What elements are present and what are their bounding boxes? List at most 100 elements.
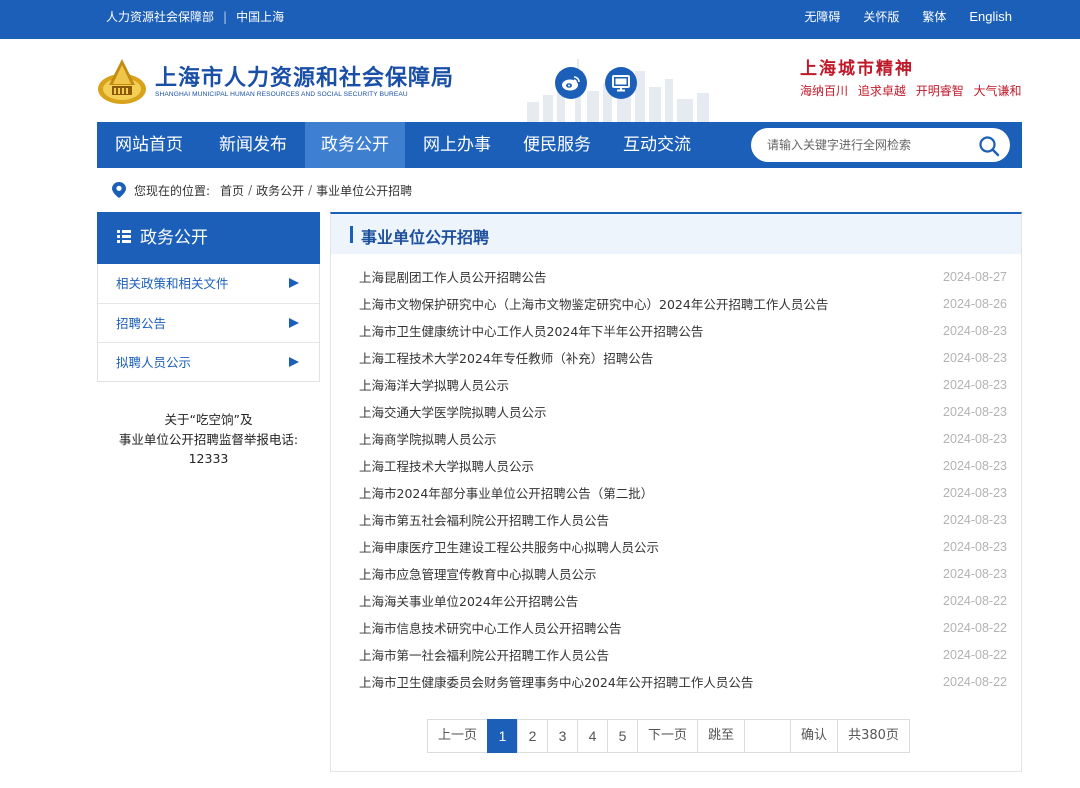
pagination: 上一页 1 2 3 4 5 下一页 跳至 确认 共380页 [427, 719, 910, 753]
search-input[interactable] [767, 128, 967, 162]
monitor-icon[interactable] [605, 67, 637, 99]
sidebar-item-policies[interactable]: 相关政策和相关文件 [98, 264, 319, 303]
search-box [751, 128, 1010, 162]
city-spirit-item: 大气谦和 [973, 84, 1022, 98]
notice-title-link[interactable]: 上海交通大学医学院拟聘人员公示 [359, 399, 547, 426]
notice-title-link[interactable]: 上海工程技术大学拟聘人员公示 [359, 453, 534, 480]
list-item[interactable]: 上海市应急管理宣传教育中心拟聘人员公示 2024-08-23 [331, 561, 1021, 588]
sidebar-item-hire-publicity[interactable]: 拟聘人员公示 [98, 342, 319, 381]
notice-date: 2024-08-23 [943, 513, 1007, 527]
site-title[interactable]: 上海市人力资源和社会保障局 [155, 60, 454, 92]
nav-item-interaction[interactable]: 互动交流 [605, 122, 709, 168]
top-bar-right: 无障碍 关怀版 繁体 English [781, 0, 1012, 33]
notice-title-link[interactable]: 上海市第五社会福利院公开招聘工作人员公告 [359, 507, 609, 534]
notice-date: 2024-08-23 [943, 378, 1007, 392]
sidebar-item-label: 相关政策和相关文件 [116, 276, 229, 291]
list-item[interactable]: 上海申康医疗卫生建设工程公共服务中心拟聘人员公示 2024-08-23 [331, 534, 1021, 561]
notice-title-link[interactable]: 上海市文物保护研究中心（上海市文物鉴定研究中心）2024年公开招聘工作人员公告 [359, 291, 828, 318]
nav-item-home[interactable]: 网站首页 [97, 122, 201, 168]
notice-date: 2024-08-23 [943, 405, 1007, 419]
notice-title-link[interactable]: 上海昆剧团工作人员公开招聘公告 [359, 264, 547, 291]
content-panel: 事业单位公开招聘 上海昆剧团工作人员公开招聘公告 2024-08-27 上海市文物保… [330, 212, 1022, 772]
sidebar-item-label: 招聘公告 [116, 316, 167, 331]
report-hotline-note: 关于“吃空饷”及 事业单位公开招聘监督举报电话: 12333 [97, 410, 320, 469]
list-item[interactable]: 上海工程技术大学拟聘人员公示 2024-08-23 [331, 453, 1021, 480]
hotline-note-line: 事业单位公开招聘监督举报电话: [118, 431, 299, 447]
page-number-4[interactable]: 4 [577, 719, 609, 753]
city-spirit-title: 上海城市精神 [800, 59, 914, 79]
list-item[interactable]: 上海市文物保护研究中心（上海市文物鉴定研究中心）2024年公开招聘工作人员公告 2… [331, 291, 1021, 318]
notice-title-link[interactable]: 上海市信息技术研究中心工作人员公开招聘公告 [359, 615, 622, 642]
list-item[interactable]: 上海市卫生健康统计中心工作人员2024年下半年公开招聘公告 2024-08-23 [331, 318, 1021, 345]
nav-item-online-service[interactable]: 网上办事 [405, 122, 509, 168]
list-item[interactable]: 上海市信息技术研究中心工作人员公开招聘公告 2024-08-22 [331, 615, 1021, 642]
notice-date: 2024-08-22 [943, 648, 1007, 662]
list-item[interactable]: 上海工程技术大学2024年专任教师（补充）招聘公告 2024-08-23 [331, 345, 1021, 372]
confirm-jump-button[interactable]: 确认 [790, 719, 839, 753]
location-pin-icon [112, 182, 126, 198]
notice-date: 2024-08-22 [943, 594, 1007, 608]
breadcrumb-home[interactable]: 首页 [220, 182, 244, 199]
list-item[interactable]: 上海海关事业单位2024年公开招聘公告 2024-08-22 [331, 588, 1021, 615]
jump-page-input[interactable] [745, 720, 791, 750]
weibo-icon[interactable] [555, 67, 587, 99]
list-item[interactable]: 上海市卫生健康委员会财务管理事务中心2024年公开招聘工作人员公告 2024-08… [331, 669, 1021, 696]
top-bar: 人力资源社会保障部 | 中国上海 无障碍 关怀版 繁体 English [0, 0, 1080, 39]
sidebar-item-recruitment-notices[interactable]: 招聘公告 [98, 303, 319, 342]
notice-date: 2024-08-22 [943, 675, 1007, 689]
main-nav: 网站首页 新闻发布 政务公开 网上办事 便民服务 互动交流 [97, 122, 1022, 168]
list-item[interactable]: 上海海洋大学拟聘人员公示 2024-08-23 [331, 372, 1021, 399]
notice-title-link[interactable]: 上海海洋大学拟聘人员公示 [359, 372, 509, 399]
list-item[interactable]: 上海市2024年部分事业单位公开招聘公告（第二批） 2024-08-23 [331, 480, 1021, 507]
notice-date: 2024-08-23 [943, 540, 1007, 554]
notice-date: 2024-08-27 [943, 270, 1007, 284]
link-china-shanghai[interactable]: 中国上海 [236, 8, 284, 25]
notice-title-link[interactable]: 上海工程技术大学2024年专任教师（补充）招聘公告 [359, 345, 653, 372]
total-pages: 共380页 [837, 719, 910, 753]
link-care-mode[interactable]: 关怀版 [863, 8, 899, 25]
notice-title-link[interactable]: 上海市卫生健康统计中心工作人员2024年下半年公开招聘公告 [359, 318, 703, 345]
nav-item-news[interactable]: 新闻发布 [201, 122, 305, 168]
notice-title-link[interactable]: 上海海关事业单位2024年公开招聘公告 [359, 588, 578, 615]
top-bar-left: 人力资源社会保障部 | 中国上海 [106, 0, 284, 33]
list-item[interactable]: 上海市第五社会福利院公开招聘工作人员公告 2024-08-23 [331, 507, 1021, 534]
notice-title-link[interactable]: 上海申康医疗卫生建设工程公共服务中心拟聘人员公示 [359, 534, 659, 561]
notice-date: 2024-08-23 [943, 432, 1007, 446]
prev-page-button[interactable]: 上一页 [427, 719, 489, 753]
notice-title-link[interactable]: 上海市第一社会福利院公开招聘工作人员公告 [359, 642, 609, 669]
page-number-2[interactable]: 2 [517, 719, 549, 753]
notice-title-link[interactable]: 上海商学院拟聘人员公示 [359, 426, 497, 453]
link-english[interactable]: English [969, 9, 1012, 24]
sidebar-menu: 相关政策和相关文件 招聘公告 拟聘人员公示 [97, 264, 320, 382]
bureau-emblem-icon[interactable] [97, 57, 147, 105]
link-accessibility[interactable]: 无障碍 [804, 8, 840, 25]
page-number-5[interactable]: 5 [607, 719, 639, 753]
link-traditional-chinese[interactable]: 繁体 [922, 8, 946, 25]
notice-title-link[interactable]: 上海市卫生健康委员会财务管理事务中心2024年公开招聘工作人员公告 [359, 669, 753, 696]
page-number-3[interactable]: 3 [547, 719, 579, 753]
page-number-1[interactable]: 1 [487, 719, 519, 753]
list-item[interactable]: 上海商学院拟聘人员公示 2024-08-23 [331, 426, 1021, 453]
list-item[interactable]: 上海市第一社会福利院公开招聘工作人员公告 2024-08-22 [331, 642, 1021, 669]
notice-date: 2024-08-23 [943, 351, 1007, 365]
notice-title-link[interactable]: 上海市2024年部分事业单位公开招聘公告（第二批） [359, 480, 653, 507]
notice-title-link[interactable]: 上海市应急管理宣传教育中心拟聘人员公示 [359, 561, 597, 588]
search-icon[interactable] [978, 135, 1000, 157]
nav-item-gov-affairs[interactable]: 政务公开 [305, 122, 405, 168]
jump-to-label: 跳至 [697, 719, 746, 753]
list-item[interactable]: 上海交通大学医学院拟聘人员公示 2024-08-23 [331, 399, 1021, 426]
breadcrumb-current[interactable]: 事业单位公开招聘 [316, 182, 412, 199]
breadcrumb-separator: / [248, 183, 253, 197]
site-subtitle: SHANGHAI MUNICIPAL HUMAN RESOURCES AND S… [155, 91, 408, 98]
nav-item-convenience[interactable]: 便民服务 [509, 122, 605, 168]
breadcrumb-gov-affairs[interactable]: 政务公开 [256, 182, 304, 199]
hotline-number: 12333 [188, 451, 229, 466]
next-page-button[interactable]: 下一页 [637, 719, 699, 753]
link-mohrss[interactable]: 人力资源社会保障部 [106, 8, 214, 25]
notice-date: 2024-08-23 [943, 324, 1007, 338]
content-header: 事业单位公开招聘 [331, 214, 1021, 254]
list-item[interactable]: 上海昆剧团工作人员公开招聘公告 2024-08-27 [331, 264, 1021, 291]
notice-date: 2024-08-22 [943, 621, 1007, 635]
sidebar-title: 政务公开 [140, 228, 208, 248]
sidebar-item-label: 拟聘人员公示 [116, 355, 192, 370]
